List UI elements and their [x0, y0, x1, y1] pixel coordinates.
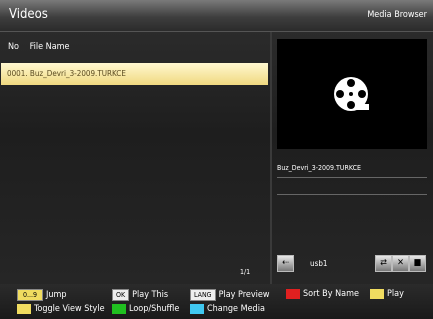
red-key-icon	[286, 289, 300, 299]
preview-pane	[277, 39, 427, 149]
source-bar: ⇠ usb1 ⇄ ✕ ■	[277, 253, 427, 275]
preview-filename: Buz_Devri_3-2009.TURKCE	[277, 164, 361, 172]
hint-loop: Loop/Shuffle	[112, 304, 179, 314]
toggle-label: Toggle View Style	[34, 304, 105, 314]
play-preview-label: Play Preview	[218, 290, 270, 300]
stop-icon[interactable]: ■	[409, 255, 426, 272]
change-media-label: Change Media	[207, 304, 265, 314]
loop-label: Loop/Shuffle	[129, 304, 180, 314]
yellow-key-icon	[17, 304, 31, 314]
row-filename: Buz_Devri_3-2009.TURKCE	[29, 69, 126, 78]
repeat-icon[interactable]: ⇄	[375, 255, 392, 272]
jump-label: Jump	[46, 290, 67, 300]
title-bar: Videos Media Browser	[0, 0, 433, 32]
row-number: 0001.	[7, 69, 28, 78]
numeric-key: 0...9	[17, 289, 43, 301]
page-title: Videos	[9, 7, 48, 22]
hint-toggle: Toggle View Style	[17, 304, 105, 314]
divider	[277, 194, 427, 195]
shuffle-icon[interactable]: ✕	[392, 255, 409, 272]
hint-play-preview: LANG Play Preview	[190, 289, 270, 301]
hint-change-media: Change Media	[190, 304, 265, 314]
divider	[270, 32, 272, 284]
film-reel-icon	[334, 77, 369, 111]
list-item[interactable]: 0001. Buz_Devri_3-2009.TURKCE	[1, 63, 268, 85]
play-label: Play	[387, 289, 404, 299]
footer: 0...9 Jump OK Play This LANG Play Previe…	[0, 284, 433, 319]
column-header: No File Name	[8, 42, 78, 52]
hint-sort: Sort By Name	[286, 289, 359, 299]
col-file-name: File Name	[29, 42, 70, 52]
sort-label: Sort By Name	[303, 289, 359, 299]
play-this-label: Play This	[132, 290, 169, 300]
hint-jump: 0...9 Jump	[17, 289, 67, 301]
ok-key: OK	[112, 289, 130, 301]
divider	[277, 177, 427, 178]
usb-icon[interactable]: ⇠	[277, 255, 294, 272]
page-indicator: 1/1	[240, 268, 251, 276]
green-key-icon	[112, 304, 126, 314]
hint-play-this: OK Play This	[112, 289, 168, 301]
hint-play: Play	[370, 289, 404, 299]
play-icon	[370, 289, 384, 299]
source-label: usb1	[310, 259, 328, 268]
blue-key-icon	[190, 304, 204, 314]
lang-key: LANG	[190, 289, 216, 301]
media-browser-label: Media Browser	[367, 10, 427, 20]
col-no: No	[8, 42, 20, 52]
